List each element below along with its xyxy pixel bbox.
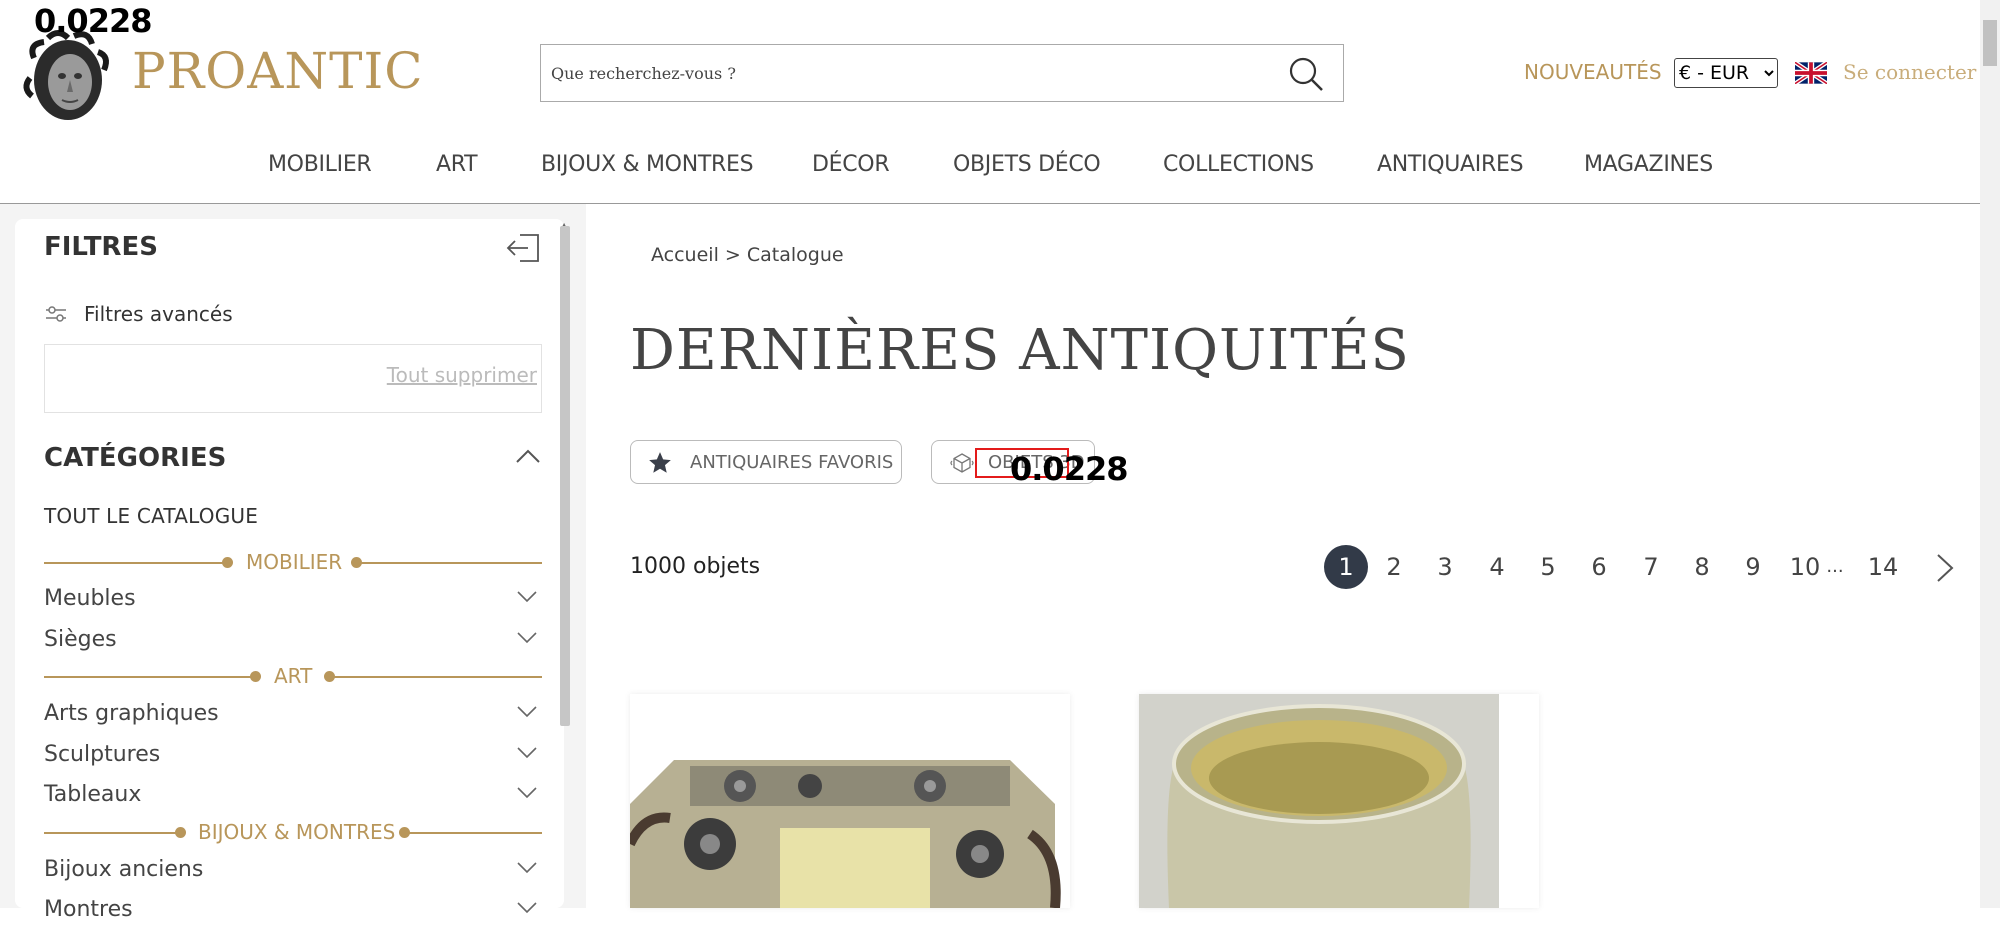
- section-label: BIJOUX & MONTRES: [198, 820, 396, 844]
- favorite-dealers-filter-button[interactable]: ANTIQUAIRES FAVORIS: [630, 440, 902, 484]
- nav-item-antiquaires[interactable]: ANTIQUAIRES: [1377, 152, 1524, 177]
- nav-item-bijoux-montres[interactable]: BIJOUX & MONTRES: [541, 152, 754, 177]
- page-scrollbar[interactable]: [1980, 0, 2000, 908]
- sidebar-scrollbar[interactable]: [560, 226, 570, 726]
- nav-item-decor[interactable]: DÉCOR: [812, 152, 890, 177]
- category-label: Bijoux anciens: [44, 857, 204, 882]
- advanced-filters-link[interactable]: Filtres avancés: [84, 302, 233, 326]
- product-card[interactable]: [630, 694, 1070, 908]
- uk-flag-icon[interactable]: [1793, 60, 1829, 86]
- category-label: Meubles: [44, 586, 136, 611]
- pagination: 1 2 3 4 5 6 7 8 9 10 ... 14: [1324, 545, 1964, 589]
- category-label: Tableaux: [44, 782, 142, 807]
- overlay-value-top-left: 0.0228: [34, 2, 152, 40]
- logo-image[interactable]: [18, 28, 118, 124]
- page-1[interactable]: 1: [1324, 545, 1368, 589]
- page-scrollbar-thumb[interactable]: [1983, 20, 1997, 66]
- category-label: Arts graphiques: [44, 701, 219, 726]
- collapse-sidebar-icon[interactable]: [506, 233, 540, 263]
- page-10[interactable]: 10: [1788, 545, 1822, 589]
- chevron-down-icon: [517, 862, 537, 874]
- category-item-bijoux-anciens[interactable]: Bijoux anciens: [44, 855, 542, 885]
- category-item-sieges[interactable]: Sièges: [44, 625, 542, 655]
- breadcrumb-home[interactable]: Accueil: [651, 244, 719, 266]
- category-item-meubles[interactable]: Meubles: [44, 584, 542, 614]
- page-2[interactable]: 2: [1384, 545, 1404, 589]
- 3d-cube-icon: [950, 453, 974, 473]
- category-item-montres[interactable]: Montres: [44, 895, 542, 925]
- breadcrumb-current[interactable]: Catalogue: [747, 244, 844, 266]
- categories-title: CATÉGORIES: [44, 443, 227, 473]
- chevron-down-icon: [517, 902, 537, 914]
- category-label: Montres: [44, 897, 133, 922]
- page-14[interactable]: 14: [1866, 545, 1900, 589]
- section-label: MOBILIER: [246, 550, 343, 574]
- chevron-down-icon: [517, 706, 537, 718]
- page-6[interactable]: 6: [1589, 545, 1609, 589]
- login-link[interactable]: Se connecter: [1843, 60, 1976, 84]
- chevron-up-icon[interactable]: [514, 446, 542, 466]
- all-catalogue-link[interactable]: TOUT LE CATALOGUE: [44, 504, 258, 528]
- product-image: [1139, 694, 1539, 908]
- page-5[interactable]: 5: [1538, 545, 1558, 589]
- nav-item-collections[interactable]: COLLECTIONS: [1163, 152, 1314, 177]
- search-button[interactable]: [1287, 55, 1325, 93]
- filters-title: FILTRES: [44, 232, 158, 262]
- nav-item-objets-deco[interactable]: OBJETS DÉCO: [953, 152, 1101, 177]
- results-count: 1000 objets: [630, 554, 761, 579]
- nav-item-art[interactable]: ART: [436, 152, 478, 177]
- section-label: ART: [274, 664, 313, 688]
- sliders-icon[interactable]: [44, 304, 68, 324]
- page-title: DERNIÈRES ANTIQUITÉS: [630, 318, 1410, 383]
- search-input[interactable]: [551, 59, 1251, 87]
- category-label: Sièges: [44, 627, 117, 652]
- category-item-arts-graphiques[interactable]: Arts graphiques: [44, 699, 542, 729]
- chevron-right-icon[interactable]: [1934, 553, 1956, 583]
- breadcrumb: Accueil > Catalogue: [651, 244, 844, 266]
- search-bar: [540, 44, 1344, 102]
- active-filters-box: Tout supprimer: [44, 344, 542, 413]
- main-nav: MOBILIER ART BIJOUX & MONTRES DÉCOR OBJE…: [0, 148, 1980, 204]
- category-item-sculptures[interactable]: Sculptures: [44, 740, 542, 770]
- favorite-dealers-label: ANTIQUAIRES FAVORIS: [690, 452, 894, 473]
- star-icon: [649, 452, 671, 473]
- nouveautes-link[interactable]: NOUVEAUTÉS: [1524, 60, 1662, 84]
- page-7[interactable]: 7: [1641, 545, 1661, 589]
- chevron-down-icon: [517, 787, 537, 799]
- clear-all-filters-link[interactable]: Tout supprimer: [387, 363, 537, 387]
- overlay-value-mid: 0.0228: [1010, 450, 1128, 488]
- search-icon: [1289, 57, 1323, 91]
- page-3[interactable]: 3: [1435, 545, 1455, 589]
- chevron-down-icon: [517, 747, 537, 759]
- section-header-art: ART: [44, 664, 542, 690]
- breadcrumb-separator: >: [718, 244, 747, 266]
- section-header-mobilier: MOBILIER: [44, 550, 542, 576]
- page-4[interactable]: 4: [1487, 545, 1507, 589]
- brand-name[interactable]: PROANTIC: [132, 42, 424, 100]
- category-label: Sculptures: [44, 742, 161, 767]
- chevron-down-icon: [517, 591, 537, 603]
- nav-item-magazines[interactable]: MAGAZINES: [1584, 152, 1713, 177]
- page-8[interactable]: 8: [1692, 545, 1712, 589]
- currency-select[interactable]: € - EUR: [1674, 58, 1778, 88]
- product-card[interactable]: [1139, 694, 1539, 908]
- page-ellipsis: ...: [1826, 556, 1844, 577]
- section-header-bijoux-montres: BIJOUX & MONTRES: [44, 820, 542, 846]
- product-image: [630, 694, 1070, 908]
- page-9[interactable]: 9: [1743, 545, 1763, 589]
- chevron-down-icon: [517, 632, 537, 644]
- category-item-tableaux[interactable]: Tableaux: [44, 780, 542, 810]
- nav-item-mobilier[interactable]: MOBILIER: [268, 152, 372, 177]
